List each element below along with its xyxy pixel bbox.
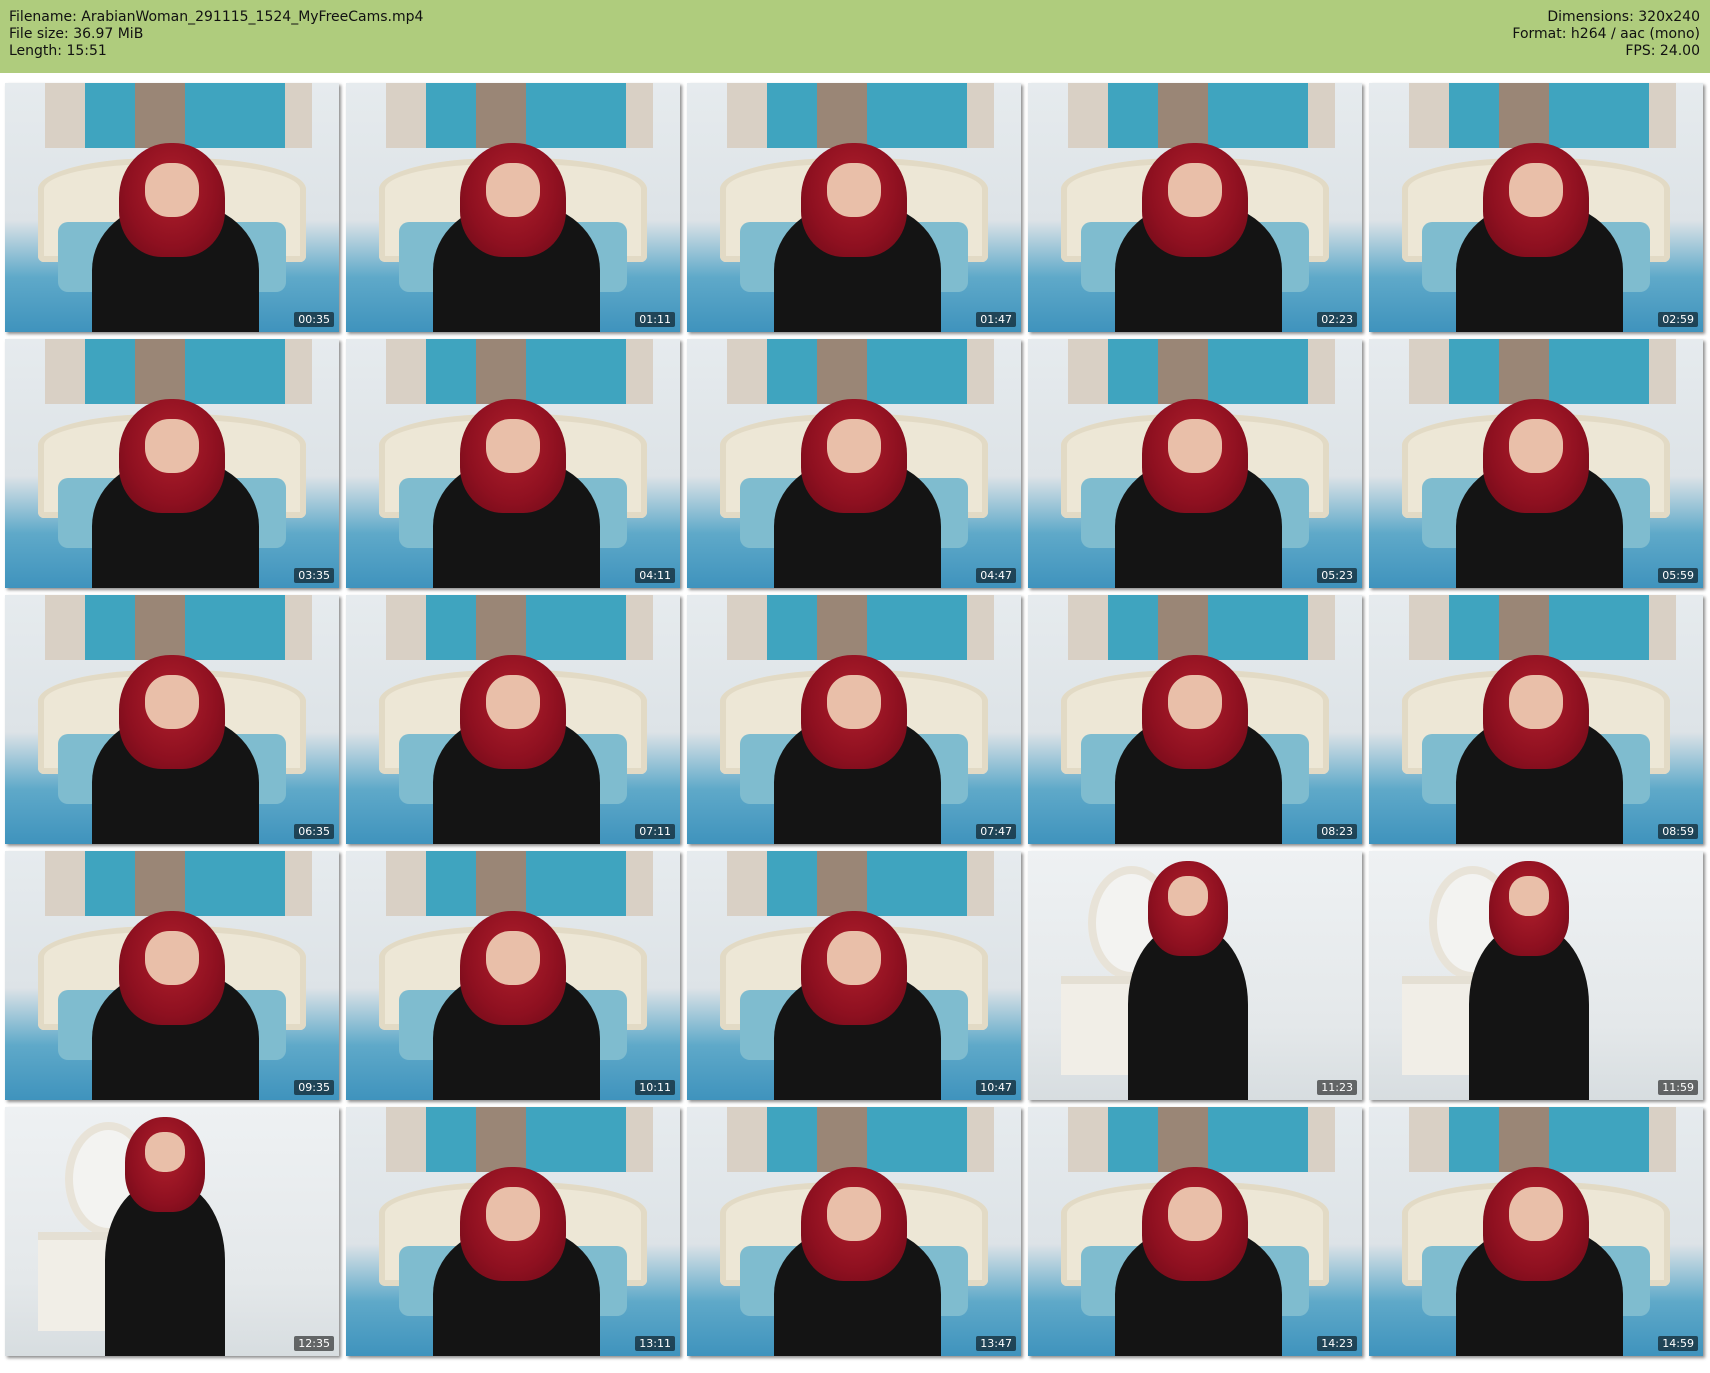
- thumbnail-image: [1028, 595, 1362, 844]
- timestamp-label: 06:35: [294, 824, 334, 839]
- thumbnail-image: [5, 83, 339, 332]
- thumbnail-image: [1369, 1107, 1703, 1356]
- thumbnail-image: [1028, 83, 1362, 332]
- timestamp-label: 04:47: [976, 568, 1016, 583]
- timestamp-label: 11:23: [1317, 1080, 1357, 1095]
- video-thumbnail[interactable]: 14:59: [1369, 1107, 1703, 1356]
- timestamp-label: 11:59: [1658, 1080, 1698, 1095]
- file-info-left: Filename: ArabianWoman_291115_1524_MyFre…: [9, 9, 423, 60]
- timestamp-label: 02:59: [1658, 312, 1698, 327]
- thumbnail-image: [1028, 339, 1362, 588]
- thumbnail-image: [346, 83, 680, 332]
- video-thumbnail[interactable]: 07:47: [687, 595, 1021, 844]
- video-thumbnail[interactable]: 03:35: [5, 339, 339, 588]
- video-thumbnail[interactable]: 11:59: [1369, 851, 1703, 1100]
- video-thumbnail[interactable]: 00:35: [5, 83, 339, 332]
- dimensions-label: Dimensions: 320x240: [1547, 9, 1700, 25]
- video-thumbnail[interactable]: 12:35: [5, 1107, 339, 1356]
- thumbnail-image: [687, 83, 1021, 332]
- video-thumbnail[interactable]: 02:59: [1369, 83, 1703, 332]
- video-thumbnail[interactable]: 05:59: [1369, 339, 1703, 588]
- timestamp-label: 05:59: [1658, 568, 1698, 583]
- format-label: Format: h264 / aac (mono): [1512, 26, 1700, 42]
- timestamp-label: 02:23: [1317, 312, 1357, 327]
- timestamp-label: 13:47: [976, 1336, 1016, 1351]
- timestamp-label: 05:23: [1317, 568, 1357, 583]
- thumbnail-image: [346, 595, 680, 844]
- video-thumbnail[interactable]: 06:35: [5, 595, 339, 844]
- timestamp-label: 01:11: [635, 312, 675, 327]
- thumbnail-image: [5, 595, 339, 844]
- video-thumbnail[interactable]: 02:23: [1028, 83, 1362, 332]
- thumbnail-image: [1369, 595, 1703, 844]
- thumbnail-image: [1369, 339, 1703, 588]
- timestamp-label: 10:11: [635, 1080, 675, 1095]
- thumbnail-image: [687, 339, 1021, 588]
- video-thumbnail[interactable]: 10:47: [687, 851, 1021, 1100]
- thumbnail-image: [687, 595, 1021, 844]
- thumbnail-image: [1028, 1107, 1362, 1356]
- filesize-label: File size: 36.97 MiB: [9, 26, 144, 42]
- thumbnail-image: [346, 1107, 680, 1356]
- timestamp-label: 13:11: [635, 1336, 675, 1351]
- fps-label: FPS: 24.00: [1625, 43, 1700, 59]
- timestamp-label: 08:23: [1317, 824, 1357, 839]
- timestamp-label: 07:47: [976, 824, 1016, 839]
- thumbnail-image: [687, 1107, 1021, 1356]
- thumbnail-image: [5, 851, 339, 1100]
- thumbnail-image: [5, 339, 339, 588]
- video-thumbnail[interactable]: 08:59: [1369, 595, 1703, 844]
- info-header: Filename: ArabianWoman_291115_1524_MyFre…: [0, 0, 1710, 73]
- video-thumbnail[interactable]: 05:23: [1028, 339, 1362, 588]
- video-thumbnail[interactable]: 11:23: [1028, 851, 1362, 1100]
- timestamp-label: 04:11: [635, 568, 675, 583]
- video-thumbnail[interactable]: 04:11: [346, 339, 680, 588]
- video-thumbnail[interactable]: 07:11: [346, 595, 680, 844]
- video-thumbnail[interactable]: 13:11: [346, 1107, 680, 1356]
- file-info-right: Dimensions: 320x240 Format: h264 / aac (…: [1512, 9, 1700, 60]
- timestamp-label: 14:59: [1658, 1336, 1698, 1351]
- thumbnail-image: [346, 339, 680, 588]
- thumbnail-image: [346, 851, 680, 1100]
- video-thumbnail[interactable]: 09:35: [5, 851, 339, 1100]
- video-thumbnail[interactable]: 08:23: [1028, 595, 1362, 844]
- video-thumbnail[interactable]: 13:47: [687, 1107, 1021, 1356]
- video-thumbnail[interactable]: 04:47: [687, 339, 1021, 588]
- length-label: Length: 15:51: [9, 43, 107, 59]
- timestamp-label: 08:59: [1658, 824, 1698, 839]
- filename-label: Filename: ArabianWoman_291115_1524_MyFre…: [9, 9, 424, 25]
- video-thumbnail[interactable]: 01:11: [346, 83, 680, 332]
- thumbnail-image: [1369, 83, 1703, 332]
- timestamp-label: 12:35: [294, 1336, 334, 1351]
- thumbnail-image: [687, 851, 1021, 1100]
- timestamp-label: 09:35: [294, 1080, 334, 1095]
- timestamp-label: 10:47: [976, 1080, 1016, 1095]
- thumbnail-image: [5, 1107, 339, 1356]
- thumbnail-image: [1369, 851, 1703, 1100]
- timestamp-label: 00:35: [294, 312, 334, 327]
- video-thumbnail[interactable]: 10:11: [346, 851, 680, 1100]
- thumbnail-grid: 00:35 01:11 01:47 02:23 02:59 03:35 04:11 04:47…: [5, 83, 1705, 1370]
- timestamp-label: 03:35: [294, 568, 334, 583]
- timestamp-label: 01:47: [976, 312, 1016, 327]
- thumbnail-image: [1028, 851, 1362, 1100]
- timestamp-label: 14:23: [1317, 1336, 1357, 1351]
- video-thumbnail[interactable]: 14:23: [1028, 1107, 1362, 1356]
- video-thumbnail[interactable]: 01:47: [687, 83, 1021, 332]
- timestamp-label: 07:11: [635, 824, 675, 839]
